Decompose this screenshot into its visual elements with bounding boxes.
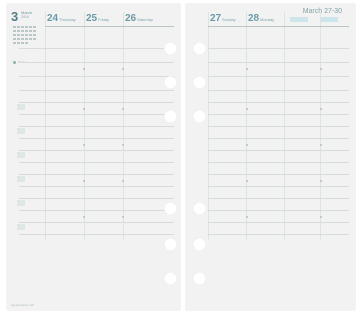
binder-hole: [164, 238, 177, 251]
row-line: [19, 234, 174, 235]
time-slot-marker: [17, 224, 25, 230]
grid-dot: [83, 108, 85, 110]
grid-dot: [122, 180, 124, 182]
row-line: [208, 90, 349, 91]
row-line: [208, 150, 349, 151]
row-line: [208, 186, 349, 187]
binder-hole: [164, 76, 177, 89]
grid-dot: [320, 216, 322, 218]
row-line: [19, 114, 174, 115]
row-line: [208, 126, 349, 127]
page-header: March 27-30: [302, 8, 342, 15]
row-line: [208, 138, 349, 139]
grid-dot: [246, 180, 248, 182]
row-line: [19, 210, 174, 211]
day-weekday: Saturday: [137, 17, 154, 22]
row-line: [19, 102, 174, 103]
day-date: 25: [86, 13, 98, 24]
right-planner-page: March 27-30 27 Sunday 28 Monday: [186, 4, 355, 310]
binder-hole: [193, 238, 206, 251]
row-line: [19, 126, 174, 127]
binder-hole: [164, 42, 177, 55]
grid-dot: [320, 180, 322, 182]
grid-dot: [246, 108, 248, 110]
row-line: [19, 186, 174, 187]
header-rule: [208, 26, 349, 27]
grid-dot: [246, 216, 248, 218]
day-date: 24: [47, 13, 59, 24]
highlight-box: [290, 17, 308, 22]
binder-hole: [193, 272, 206, 285]
row-line: [208, 114, 349, 115]
grid-dot: [122, 108, 124, 110]
time-slot-marker: [17, 176, 25, 182]
day-date: 28: [248, 13, 260, 24]
day-weekday: Monday: [260, 17, 275, 22]
grid-dot: [246, 144, 248, 146]
row-line: [19, 138, 174, 139]
time-slot-marker: [17, 128, 25, 134]
time-slot-marker: [17, 200, 25, 206]
binder-hole: [164, 202, 177, 215]
grid-dot: [122, 144, 124, 146]
row-line: [19, 162, 174, 163]
day-weekday: Thursday: [59, 17, 76, 22]
row-line: [19, 198, 174, 199]
row-line: [208, 76, 349, 77]
binder-hole: [193, 76, 206, 89]
row-line: [19, 90, 174, 91]
row-line: [208, 222, 349, 223]
grid-dot: [320, 108, 322, 110]
row-line: [19, 76, 174, 77]
row-line: [208, 162, 349, 163]
row-line: [208, 234, 349, 235]
row-line: [208, 198, 349, 199]
month-number: 3: [11, 9, 19, 24]
day-weekday: Friday: [98, 17, 110, 22]
grid-dot: [122, 216, 124, 218]
row-line: [19, 150, 174, 151]
page-footer: agenda planner refill: [11, 304, 34, 307]
day-weekday: Sunday: [222, 17, 236, 22]
grid-dot: [246, 68, 248, 70]
row-line: [19, 174, 174, 175]
day-date: 26: [125, 13, 137, 24]
row-line: [208, 62, 349, 63]
grid-dot: [83, 144, 85, 146]
day-date: 27: [210, 13, 222, 24]
binder-hole: [193, 42, 206, 55]
grid-dot: [320, 68, 322, 70]
grid-dot: [83, 180, 85, 182]
year-label: 2016: [21, 15, 29, 19]
notes-bullet-icon: [13, 61, 16, 64]
binder-hole: [193, 202, 206, 215]
highlight-box: [320, 17, 338, 22]
row-line: [208, 210, 349, 211]
binder-hole: [164, 272, 177, 285]
row-line: [208, 174, 349, 175]
grid-dot: [320, 144, 322, 146]
header-rule: [45, 26, 174, 27]
grid-dot: [122, 68, 124, 70]
row-line: [19, 62, 174, 63]
grid-dot: [83, 68, 85, 70]
row-line: [19, 48, 174, 49]
time-slot-marker: [17, 104, 25, 110]
binder-hole: [193, 110, 206, 123]
binder-hole: [164, 110, 177, 123]
mini-calendar: [13, 26, 39, 48]
left-planner-page: 3 March 2016 Notes 24 Thursday 25 Friday…: [7, 4, 180, 310]
row-line: [19, 222, 174, 223]
grid-dot: [83, 216, 85, 218]
row-line: [208, 102, 349, 103]
row-line: [208, 48, 349, 49]
time-slot-marker: [17, 152, 25, 158]
